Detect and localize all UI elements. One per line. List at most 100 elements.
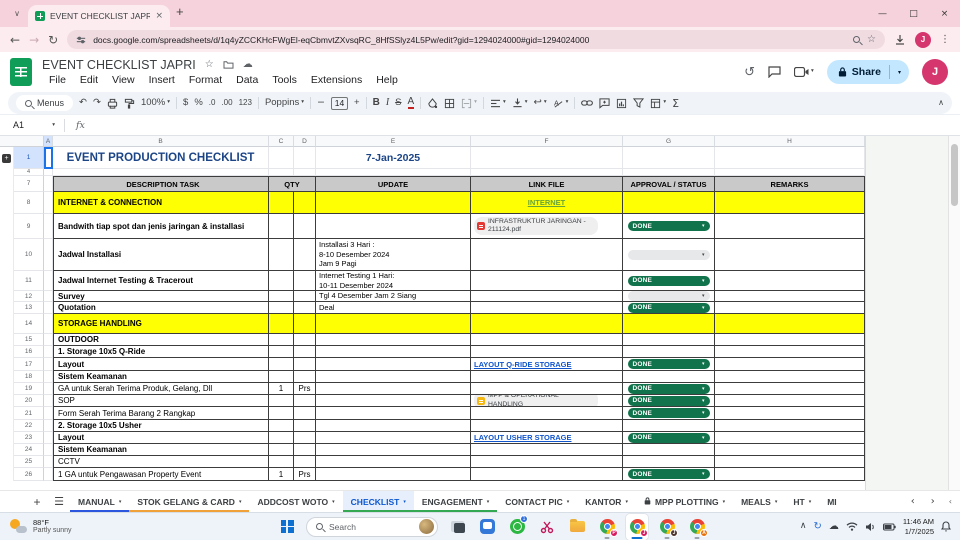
cell-update[interactable] xyxy=(316,407,471,420)
cell-qty[interactable] xyxy=(269,239,294,271)
font-size-input[interactable]: 14 xyxy=(331,96,349,110)
cell-status[interactable]: DONE ▾ xyxy=(623,214,715,239)
status-dropdown[interactable]: DONE ▾ xyxy=(627,275,710,286)
cell[interactable] xyxy=(44,192,53,214)
cell-description[interactable]: Layout xyxy=(53,358,269,371)
cell-remarks[interactable] xyxy=(715,383,865,395)
status-dropdown[interactable]: DONE ▾ xyxy=(627,408,710,418)
bookmark-star-icon[interactable]: ☆ xyxy=(867,34,876,45)
cell-link-file[interactable] xyxy=(471,291,623,302)
row-number[interactable]: 16 xyxy=(14,346,44,358)
cell-description[interactable]: Quotation xyxy=(53,302,269,314)
version-history-icon[interactable]: ↺ xyxy=(744,66,755,79)
sheet-tab-addcost-woto[interactable]: ADDCOST WOTO ▾ xyxy=(249,491,342,513)
column-header-E[interactable]: E xyxy=(316,136,471,147)
percent-format-icon[interactable]: % xyxy=(194,98,202,108)
share-dropdown-icon[interactable]: ▾ xyxy=(890,69,909,76)
cell-unit[interactable] xyxy=(294,314,316,334)
cell-unit[interactable] xyxy=(294,271,316,291)
cell-qty[interactable] xyxy=(269,432,294,444)
undo-icon[interactable]: ↶ xyxy=(79,98,87,108)
cell-qty[interactable] xyxy=(269,420,294,432)
table-views-icon[interactable]: ▾ xyxy=(650,98,666,109)
cell-link-file[interactable]: MPP & OPERATIONAL HANDLING xyxy=(471,395,623,407)
text-color-icon[interactable]: A xyxy=(407,97,415,109)
taskbar-clock[interactable]: 11:46 AM 1/7/2025 xyxy=(903,517,934,536)
cell-update[interactable] xyxy=(316,314,471,334)
cell-link-file[interactable] xyxy=(471,314,623,334)
snipping-tool-icon[interactable] xyxy=(536,514,558,540)
chrome-profile-1-icon[interactable]: P xyxy=(596,514,618,540)
meet-icon[interactable]: ▾ xyxy=(794,67,814,77)
column-header-C[interactable]: C xyxy=(269,136,294,147)
status-dropdown[interactable]: DONE ▾ xyxy=(627,302,710,313)
cell-status[interactable] xyxy=(623,192,715,214)
cell[interactable] xyxy=(715,147,865,169)
cell-update[interactable] xyxy=(316,192,471,214)
cell-description[interactable]: GA untuk Serah Terima Produk, Gelang, Dl… xyxy=(53,383,269,395)
paint-format-icon[interactable] xyxy=(124,98,135,109)
cell-unit[interactable] xyxy=(294,346,316,358)
download-icon[interactable] xyxy=(894,34,906,46)
header-remarks[interactable]: REMARKS xyxy=(715,176,865,192)
row-number[interactable]: 11 xyxy=(14,271,44,291)
row-number[interactable]: 13 xyxy=(14,302,44,314)
sheet-tab-checklist[interactable]: CHECKLIST ▾ xyxy=(342,490,414,513)
site-controls-icon[interactable] xyxy=(76,35,86,45)
cell-link-file[interactable] xyxy=(471,302,623,314)
collapse-toolbar-icon[interactable]: ∧ xyxy=(938,99,944,107)
cell-unit[interactable] xyxy=(294,432,316,444)
cell-update[interactable]: Tgl 4 Desember Jam 2 Siang xyxy=(316,291,471,302)
file-explorer-icon[interactable] xyxy=(566,514,588,540)
cell-link-file[interactable] xyxy=(471,407,623,420)
functions-icon[interactable]: Σ xyxy=(672,98,679,109)
cell-remarks[interactable] xyxy=(715,302,865,314)
header-qty[interactable]: QTY xyxy=(269,176,316,192)
cell-unit[interactable] xyxy=(294,371,316,383)
decrease-font-icon[interactable]: − xyxy=(317,98,325,108)
row-number[interactable]: 12 xyxy=(14,291,44,302)
task-view-button[interactable] xyxy=(446,514,468,540)
cell-qty[interactable] xyxy=(269,346,294,358)
new-tab-button[interactable]: + xyxy=(176,4,184,19)
cell-link-file[interactable]: LAYOUT Q-RIDE STORAGE xyxy=(471,358,623,371)
row-number[interactable]: 26 xyxy=(14,468,44,481)
filter-icon[interactable] xyxy=(633,98,645,108)
borders-icon[interactable] xyxy=(444,98,455,109)
cell-update[interactable]: Deal xyxy=(316,302,471,314)
cell-update[interactable] xyxy=(316,456,471,468)
insert-chart-icon[interactable] xyxy=(616,98,627,109)
cell-unit[interactable] xyxy=(294,334,316,346)
cell-remarks[interactable] xyxy=(715,407,865,420)
cell-remarks[interactable] xyxy=(715,239,865,271)
reload-icon[interactable]: ↻ xyxy=(48,34,58,46)
sheet-tab-contact-pic[interactable]: CONTACT PIC ▾ xyxy=(497,491,577,513)
cell-update[interactable] xyxy=(316,346,471,358)
chat-app-icon[interactable] xyxy=(476,514,498,540)
account-avatar[interactable]: J xyxy=(922,59,948,85)
cell-link-file[interactable] xyxy=(471,371,623,383)
strikethrough-icon[interactable]: S xyxy=(395,98,401,108)
menu-extensions[interactable]: Extensions xyxy=(304,73,369,87)
cell-unit[interactable]: Prs xyxy=(294,383,316,395)
cell-status[interactable]: ▾ xyxy=(623,291,715,302)
decrease-decimal-icon[interactable]: .0 xyxy=(209,99,216,107)
cell-remarks[interactable] xyxy=(715,444,865,456)
sync-icon[interactable]: ↻ xyxy=(813,521,821,532)
cell-status[interactable]: DONE ▾ xyxy=(623,302,715,314)
menu-format[interactable]: Format xyxy=(182,73,229,87)
sheet-tab-mpp-plotting[interactable]: MPP PLOTTING ▾ xyxy=(636,491,733,513)
browser-profile-avatar[interactable]: J xyxy=(915,31,931,48)
sheet-tab-manual[interactable]: MANUAL ▾ xyxy=(70,491,129,513)
cell-remarks[interactable] xyxy=(715,395,865,407)
sheet-tab-mi[interactable]: MI xyxy=(819,491,844,513)
cell-link-file[interactable]: INFRASTRUKTUR JARINGAN - 211124.pdf xyxy=(471,214,623,239)
cell-unit[interactable] xyxy=(294,192,316,214)
cell[interactable] xyxy=(44,239,53,271)
cell-unit[interactable]: Prs xyxy=(294,468,316,481)
cell[interactable] xyxy=(44,395,53,407)
cell-remarks[interactable] xyxy=(715,456,865,468)
row-number[interactable]: 21 xyxy=(14,407,44,420)
vertical-align-icon[interactable]: ▾ xyxy=(512,98,527,108)
text-rotation-icon[interactable]: A ▾ xyxy=(553,98,568,108)
